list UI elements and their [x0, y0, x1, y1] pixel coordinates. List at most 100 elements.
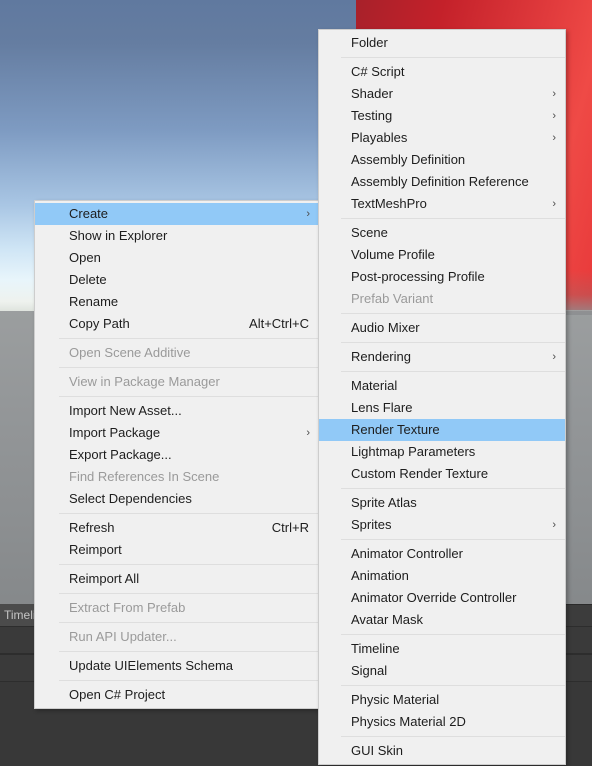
menu-item: View in Package Manager	[35, 371, 319, 393]
menu-item[interactable]: Avatar Mask	[319, 609, 565, 631]
menu-item[interactable]: Timeline	[319, 638, 565, 660]
menu-item-label: Run API Updater...	[69, 629, 177, 644]
menu-item[interactable]: Import Package ›	[35, 422, 319, 444]
menu-item-label: TextMeshPro	[351, 196, 427, 211]
menu-separator	[59, 367, 319, 368]
menu-item[interactable]: Export Package...	[35, 444, 319, 466]
menu-item-label: Physic Material	[351, 692, 440, 707]
menu-item-label: Select Dependencies	[69, 491, 192, 506]
menu-separator	[341, 371, 565, 372]
menu-item[interactable]: Physics Material 2D	[319, 711, 565, 733]
menu-item-label: Open Scene Additive	[69, 345, 191, 360]
menu-item[interactable]: Material	[319, 375, 565, 397]
menu-item-shortcut: Alt+Ctrl+C	[249, 316, 309, 331]
menu-item-label: Reimport All	[69, 571, 140, 586]
menu-item[interactable]: Physic Material	[319, 689, 565, 711]
menu-item[interactable]: Animation	[319, 565, 565, 587]
menu-separator	[341, 539, 565, 540]
menu-item-label: Create	[69, 206, 109, 221]
menu-item-label: Render Texture	[351, 422, 440, 437]
menu-separator	[341, 685, 565, 686]
menu-item-label: Lens Flare	[351, 400, 413, 415]
menu-item[interactable]: Refresh Ctrl+R	[35, 517, 319, 539]
menu-item[interactable]: Copy Path Alt+Ctrl+C	[35, 313, 319, 335]
menu-item-label: Assembly Definition	[351, 152, 466, 167]
menu-item[interactable]: Scene	[319, 222, 565, 244]
menu-item[interactable]: Create ›	[35, 203, 319, 225]
menu-item[interactable]: Show in Explorer	[35, 225, 319, 247]
menu-item-label: Scene	[351, 225, 388, 240]
menu-item[interactable]: Update UIElements Schema	[35, 655, 319, 677]
menu-item[interactable]: Assembly Definition	[319, 149, 565, 171]
menu-item[interactable]: Sprites ›	[319, 514, 565, 536]
menu-item-label: Assembly Definition Reference	[351, 174, 529, 189]
menu-item[interactable]: Assembly Definition Reference	[319, 171, 565, 193]
menu-item-label: Delete	[69, 272, 107, 287]
menu-separator	[341, 736, 565, 737]
menu-item[interactable]: Animator Controller	[319, 543, 565, 565]
menu-item[interactable]: Lightmap Parameters	[319, 441, 565, 463]
menu-item[interactable]: Folder	[319, 32, 565, 54]
menu-item[interactable]: C# Script	[319, 61, 565, 83]
menu-item-label: Post-processing Profile	[351, 269, 485, 284]
chevron-right-icon: ›	[552, 132, 556, 144]
menu-item[interactable]: Sprite Atlas	[319, 492, 565, 514]
menu-item-label: Open C# Project	[69, 687, 166, 702]
menu-item-label: Material	[351, 378, 398, 393]
menu-item-label: Refresh	[69, 520, 115, 535]
menu-item-label: Signal	[351, 663, 388, 678]
menu-separator	[341, 57, 565, 58]
menu-item-label: Update UIElements Schema	[69, 658, 234, 673]
menu-item[interactable]: Animator Override Controller	[319, 587, 565, 609]
menu-item[interactable]: Volume Profile	[319, 244, 565, 266]
menu-item[interactable]: GUI Skin	[319, 740, 565, 762]
menu-item[interactable]: Import New Asset...	[35, 400, 319, 422]
menu-item[interactable]: Open	[35, 247, 319, 269]
menu-item-label: Avatar Mask	[351, 612, 424, 627]
menu-separator	[341, 313, 565, 314]
menu-item[interactable]: Custom Render Texture	[319, 463, 565, 485]
create-submenu[interactable]: Folder C# Script Shader › Testing › Playables ›…	[318, 29, 566, 765]
menu-separator	[59, 593, 319, 594]
menu-item[interactable]: Open C# Project	[35, 684, 319, 706]
menu-item[interactable]: TextMeshPro ›	[319, 193, 565, 215]
menu-separator	[59, 396, 319, 397]
menu-item[interactable]: Select Dependencies	[35, 488, 319, 510]
chevron-right-icon: ›	[552, 110, 556, 122]
menu-item-label: Extract From Prefab	[69, 600, 186, 615]
menu-item[interactable]: Rename	[35, 291, 319, 313]
menu-item-label: GUI Skin	[351, 743, 404, 758]
menu-item-label: Import Package	[69, 425, 161, 440]
menu-item: Open Scene Additive	[35, 342, 319, 364]
menu-item[interactable]: Lens Flare	[319, 397, 565, 419]
menu-item-label: C# Script	[351, 64, 405, 79]
menu-item[interactable]: Audio Mixer	[319, 317, 565, 339]
menu-item-label: Custom Render Texture	[351, 466, 489, 481]
project-context-menu[interactable]: Create › Show in Explorer Open Delete Rename C…	[34, 200, 320, 709]
menu-item[interactable]: Delete	[35, 269, 319, 291]
menu-item-label: Playables	[351, 130, 408, 145]
menu-item[interactable]: Signal	[319, 660, 565, 682]
menu-item-label: Animation	[351, 568, 409, 583]
menu-item-label: Prefab Variant	[351, 291, 434, 306]
menu-item-label: Sprite Atlas	[351, 495, 417, 510]
menu-separator	[59, 680, 319, 681]
menu-item[interactable]: Shader ›	[319, 83, 565, 105]
menu-item[interactable]: Rendering ›	[319, 346, 565, 368]
menu-item[interactable]: Reimport	[35, 539, 319, 561]
chevron-right-icon: ›	[552, 519, 556, 531]
menu-item-shortcut: Ctrl+R	[271, 520, 309, 535]
menu-item-label: Copy Path	[69, 316, 130, 331]
menu-item[interactable]: Post-processing Profile	[319, 266, 565, 288]
menu-item-label: Import New Asset...	[69, 403, 182, 418]
menu-item-label: View in Package Manager	[69, 374, 220, 389]
menu-item-label: Reimport	[69, 542, 122, 557]
menu-separator	[341, 342, 565, 343]
menu-item[interactable]: Playables ›	[319, 127, 565, 149]
menu-item[interactable]: Render Texture	[319, 419, 565, 441]
menu-item-label: Rendering	[351, 349, 411, 364]
menu-item-label: Shader	[351, 86, 393, 101]
menu-item-label: Audio Mixer	[351, 320, 420, 335]
menu-item[interactable]: Testing ›	[319, 105, 565, 127]
menu-item[interactable]: Reimport All	[35, 568, 319, 590]
